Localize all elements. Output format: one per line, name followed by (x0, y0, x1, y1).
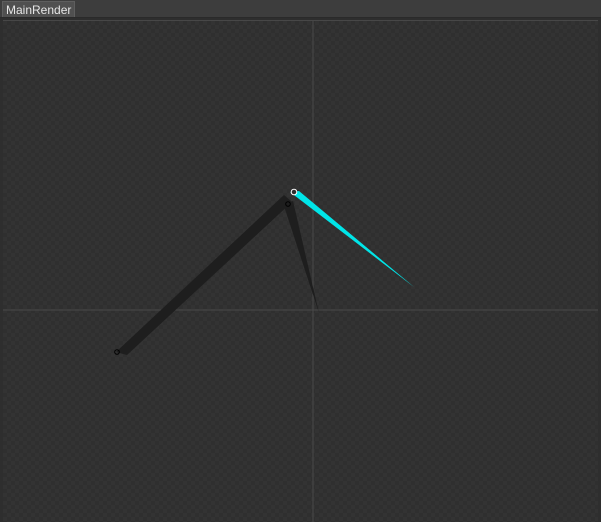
render-viewport[interactable] (3, 20, 598, 522)
bone-pivot-marker[interactable] (290, 188, 298, 196)
bone-shadow-long[interactable] (116, 195, 292, 355)
render-canvas[interactable] (3, 21, 598, 522)
bone-shadow-short[interactable] (284, 201, 319, 313)
tab-main-render[interactable]: MainRender (2, 1, 76, 17)
tab-bar: MainRender (0, 0, 601, 18)
main-render-window: MainRender (0, 0, 601, 522)
